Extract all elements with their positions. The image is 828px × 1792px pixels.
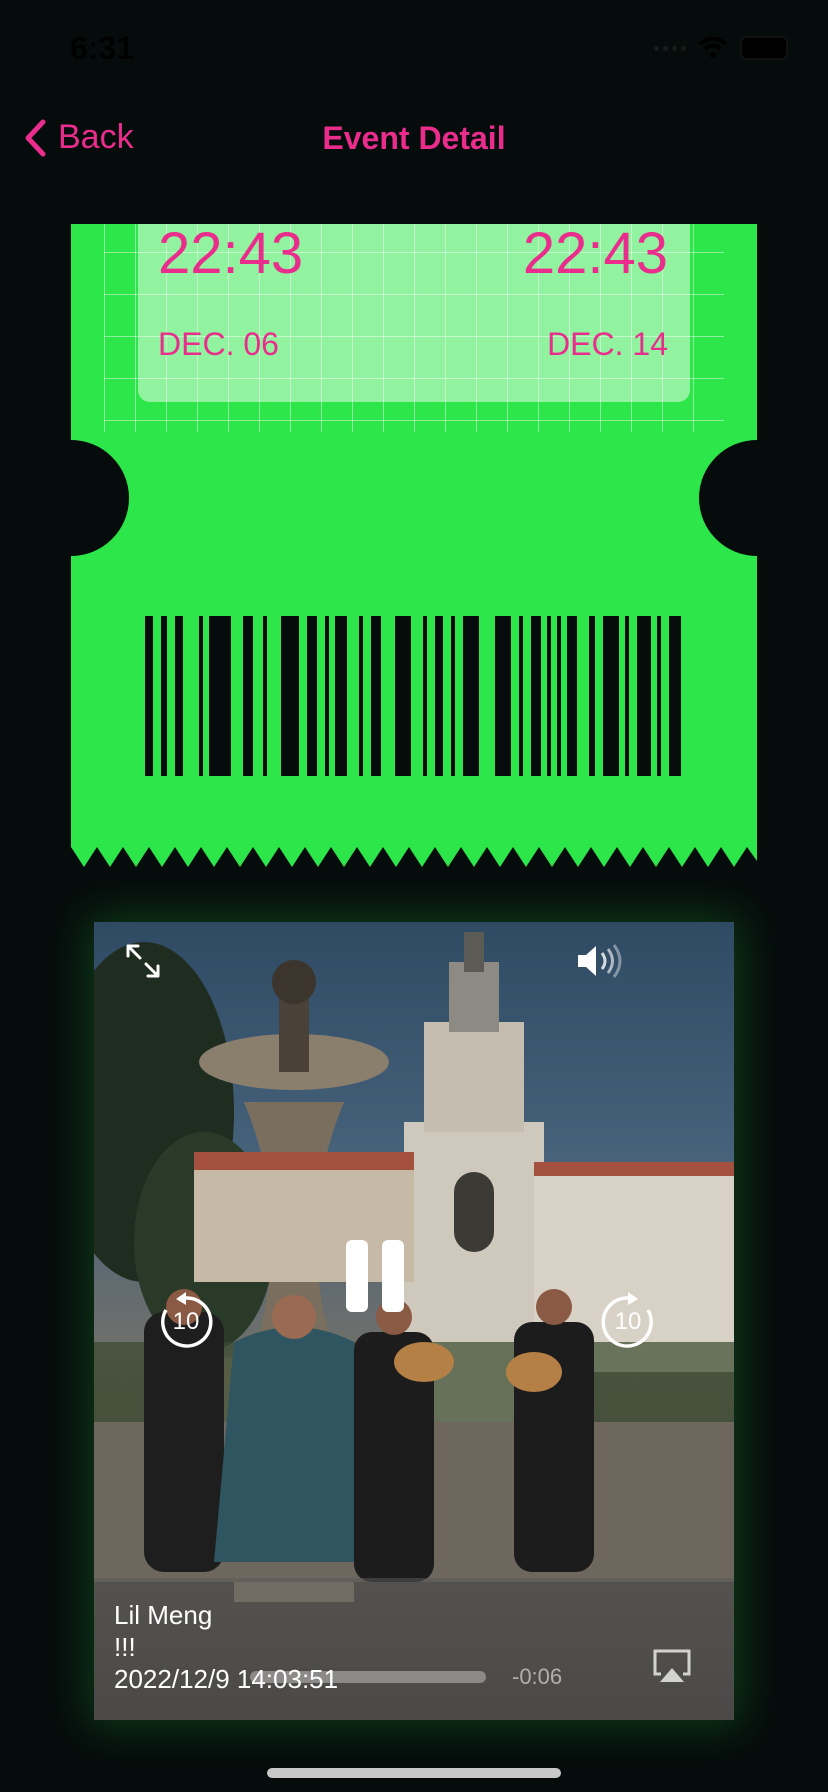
barcode <box>145 616 681 776</box>
home-indicator[interactable] <box>267 1768 561 1778</box>
pause-icon <box>346 1240 404 1312</box>
event-ticket: 22:43 22:43 DEC. 06 DEC. 14 <box>71 224 757 870</box>
ticket-notch-left <box>71 440 129 556</box>
airplay-icon[interactable] <box>651 1648 693 1684</box>
skip-back-label: 10 <box>172 1308 200 1335</box>
wifi-icon <box>698 37 728 58</box>
ticket-notch-right <box>699 440 757 556</box>
caption-name: Lil Meng <box>114 1600 213 1630</box>
page-title: Event Detail <box>322 120 506 156</box>
skip-forward-button[interactable]: 10 <box>598 1292 658 1352</box>
volume-icon[interactable] <box>576 942 626 980</box>
status-icons <box>654 36 788 60</box>
status-time: 6:31 <box>70 30 135 66</box>
end-time: 22:43 <box>522 224 668 286</box>
pause-button[interactable] <box>344 1240 406 1312</box>
caption-text: !!! <box>114 1632 136 1662</box>
skip-back-button[interactable]: 10 <box>156 1292 216 1352</box>
skip-forward-label: 10 <box>614 1308 642 1335</box>
ticket-torn-edge <box>71 847 757 870</box>
start-date: DEC. 06 <box>158 326 279 362</box>
scrubber[interactable] <box>250 1671 486 1683</box>
remaining-time: -0:06 <box>512 1664 563 1689</box>
start-time: 22:43 <box>158 224 304 286</box>
end-date: DEC. 14 <box>547 326 668 362</box>
ticket-time-panel: 22:43 22:43 DEC. 06 DEC. 14 <box>138 224 690 402</box>
cellular-signal-icon <box>654 45 686 51</box>
video-player[interactable]: 10 10 Lil Meng !!! 2022/12/9 14:03:51 <box>94 922 734 1720</box>
battery-icon <box>740 36 788 60</box>
expand-icon[interactable] <box>124 942 162 980</box>
